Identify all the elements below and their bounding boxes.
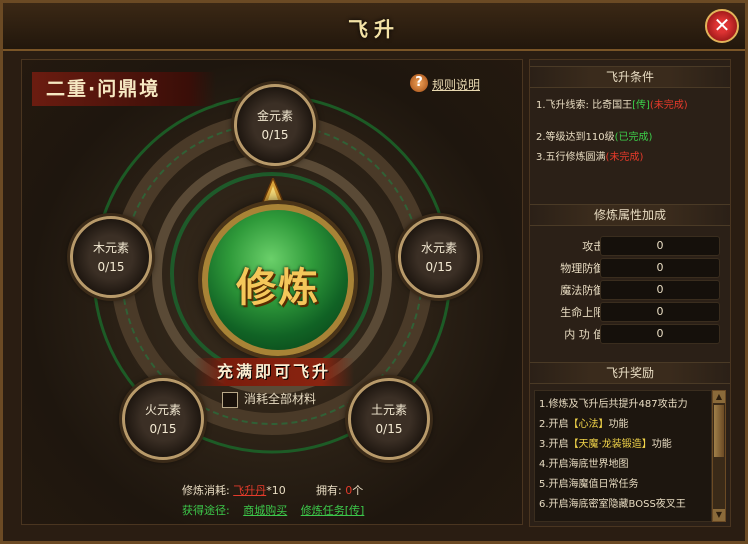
cost-qty: *10 [266,484,286,497]
ascend-banner: 充满即可飞升 [194,358,354,386]
rules-link[interactable]: 规则说明 [432,76,480,93]
attr-row-max-hp: 生命上限: 0 [530,302,730,322]
list-item: 2.开启【心法】功能 [539,419,629,430]
list-item: 1.修炼及飞升后共提升487攻击力 [539,399,688,410]
list-item: 6.开启海底密室隐藏BOSS夜叉王 [539,499,686,510]
element-count: 0/15 [375,422,403,436]
orb-label: 修炼 [236,265,320,311]
condition-item: 1.飞升线索: 比奇国王[传](未完成) [536,96,688,111]
attr-value: 0 [600,324,720,344]
condition-status: (未完成) [605,152,644,163]
condition-item: 3.五行修炼圆满(未完成) [536,148,643,163]
rewards-title: 飞升奖励 [530,362,730,384]
list-item: 5.开启海魔值日常任务 [539,479,639,490]
acquire-label: 获得途径: [182,504,230,517]
cultivation-panel: 二重·问鼎境 ? 规则说明 金元素 0/15 木元素 0/15 水元素 0/15… [21,59,523,525]
conditions-title: 飞升条件 [530,66,730,88]
close-button[interactable]: ✕ [705,9,739,43]
attr-value: 0 [600,280,720,300]
attr-row-physical-def: 物理防御: 0 [530,258,730,278]
shop-buy-link[interactable]: 商城购买 [243,504,287,517]
own-line: 拥有: 0个 [316,482,363,498]
condition-text: 3.五行修炼圆满 [536,152,606,163]
cultivation-quest-link[interactable]: 修炼任务[传] [301,504,365,517]
element-node-wood[interactable]: 木元素 0/15 [70,216,152,298]
reward-list[interactable]: 1.修炼及飞升后共提升487攻击力 2.开启【心法】功能 3.开启【天魔·龙装锻… [534,390,712,522]
close-icon: ✕ [713,13,731,37]
condition-text: 1.飞升线索: 比奇国王 [536,100,633,111]
element-name: 水元素 [420,241,457,255]
attr-row-inner-power: 内 功 值: 0 [530,324,730,344]
element-name: 火元素 [144,403,181,417]
element-count: 0/15 [261,128,289,142]
condition-status: (未完成) [649,100,688,111]
element-node-water[interactable]: 水元素 0/15 [398,216,480,298]
element-count: 0/15 [149,422,177,436]
own-label: 拥有: [316,484,342,497]
stage-name: 二重·问鼎境 [32,72,216,106]
scroll-down-icon[interactable]: ▼ [713,509,725,521]
element-count: 0/15 [97,260,125,274]
cost-label: 修炼消耗: [182,484,230,497]
element-node-earth[interactable]: 土元素 0/15 [348,378,430,460]
cultivate-orb-button[interactable]: 修炼 [202,204,354,356]
consume-all-label: 消耗全部材料 [244,392,317,406]
window-title: 飞升 [348,17,400,41]
list-item: 3.开启【天魔·龙装锻造】功能 [539,439,672,450]
orb-crest-icon [262,178,284,204]
scroll-thumb[interactable] [714,405,724,457]
condition-item: 2.等级达到110级(已完成) [536,128,652,143]
attributes-title: 修炼属性加成 [530,204,730,226]
condition-text: 2.等级达到110级 [536,132,615,143]
attr-value: 0 [600,302,720,322]
element-count: 0/15 [425,260,453,274]
condition-tag-link[interactable]: [传] [632,100,650,111]
attr-row-magic-def: 魔法防御: 0 [530,280,730,300]
acquire-line: 获得途径: 商城购买 修炼任务[传] [182,502,364,518]
consume-all-checkbox[interactable] [222,391,238,408]
element-node-metal[interactable]: 金元素 0/15 [234,84,316,166]
help-icon[interactable]: ? [410,74,428,92]
own-unit: 个 [352,484,364,497]
attr-value: 0 [600,258,720,278]
element-node-fire[interactable]: 火元素 0/15 [122,378,204,460]
condition-status: (已完成) [614,132,653,143]
element-name: 木元素 [92,241,129,255]
scroll-up-icon[interactable]: ▲ [713,391,725,403]
consume-all-option[interactable]: 消耗全部材料 [222,390,316,408]
attr-row-attack: 攻击: 0 [530,236,730,256]
ascension-window: 飞升 ✕ 二重·问鼎境 ? 规则说明 金元素 0/15 木元素 0/15 水元素… [0,0,748,544]
cost-line: 修炼消耗: 飞升丹*10 [182,482,286,498]
cost-item-link[interactable]: 飞升丹 [233,484,266,497]
element-name: 金元素 [256,109,293,123]
info-panel: 飞升条件 1.飞升线索: 比奇国王[传](未完成) 2.等级达到110级(已完成… [529,59,731,527]
attr-value: 0 [600,236,720,256]
element-name: 土元素 [370,403,407,417]
reward-scrollbar[interactable]: ▲ ▼ [712,390,726,522]
list-item: 4.开启海底世界地图 [539,459,629,470]
title-bar: 飞升 ✕ [3,3,745,51]
